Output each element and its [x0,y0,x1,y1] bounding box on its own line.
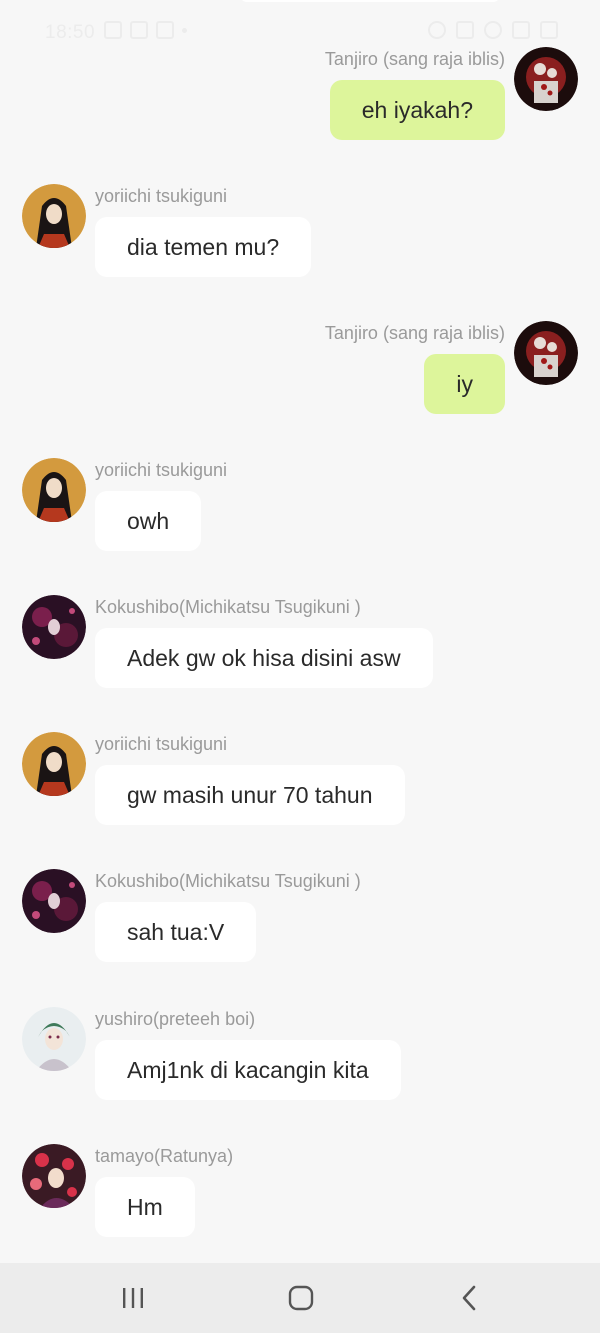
sender-name: Tanjiro (sang raja iblis) [324,323,505,343]
message-bubble[interactable]: iy [424,354,505,414]
message-bubble[interactable]: Amj1nk di kacangin kita [95,1040,401,1100]
message-bubble[interactable]: sah tua:V [95,902,257,962]
gallery-icon [104,21,122,39]
wifi-icon [484,21,502,39]
status-notification-icons [104,21,187,39]
sender-name: Kokushibo(Michikatsu Tsugikuni ) [95,597,361,617]
tanjiro-avatar[interactable] [514,47,578,111]
sender-name: yoriichi tsukiguni [95,734,228,754]
message-text: Hm [127,1194,163,1220]
status-time: 18:50 [45,22,96,43]
sender-name: Kokushibo(Michikatsu Tsugikuni ) [95,871,361,891]
mute-icon [456,21,474,39]
navigation-bar [0,1263,600,1333]
message-text: owh [127,508,170,534]
dot-icon [182,28,187,33]
status-bar: 18:50 [0,0,600,64]
status-system-icons [428,21,558,39]
message-bubble[interactable]: dia temen mu? [95,217,312,277]
battery-icon [540,21,558,39]
yoriichi-avatar[interactable] [22,458,86,522]
yoriichi-avatar[interactable] [22,732,86,796]
message-bubble[interactable]: eh iyakah? [329,80,505,140]
sender-name: yoriichi tsukiguni [95,460,228,480]
sender-name: Tanjiro (sang raja iblis) [324,49,505,69]
message-text: Adek gw ok hisa disini asw [127,645,401,671]
message-text: dia temen mu? [127,234,280,260]
recent-apps-button[interactable] [88,1263,178,1333]
message-bubble[interactable]: owh [95,491,202,551]
message-text: Amj1nk di kacangin kita [127,1057,369,1083]
message-bubble[interactable]: gw masih unur 70 tahun [95,765,405,825]
sender-name: yoriichi tsukiguni [95,186,228,206]
signal-icon [512,21,530,39]
message-text: sah tua:V [127,919,225,945]
sender-name: tamayo(Ratunya) [95,1146,234,1166]
home-icon [288,1285,314,1311]
kokushibo-avatar[interactable] [22,869,86,933]
message-icon [156,21,174,39]
message-bubble[interactable]: Hm [95,1177,195,1237]
message-text: gw masih unur 70 tahun [127,782,373,808]
back-icon [462,1285,476,1311]
yoriichi-avatar[interactable] [22,184,86,248]
home-button[interactable] [256,1263,346,1333]
sender-name: yushiro(preteeh boi) [95,1009,256,1029]
notification-icon [130,21,148,39]
back-button[interactable] [424,1263,514,1333]
message-text: eh iyakah? [361,97,473,123]
message-bubble[interactable]: Adek gw ok hisa disini asw [95,628,433,688]
alarm-icon [428,21,446,39]
kokushibo-avatar[interactable] [22,595,86,659]
tanjiro-avatar[interactable] [514,321,578,385]
tamayo-avatar[interactable] [22,1144,86,1208]
yushiro-avatar[interactable] [22,1007,86,1071]
message-text: iy [456,371,473,397]
recent-apps-icon [123,1288,143,1308]
